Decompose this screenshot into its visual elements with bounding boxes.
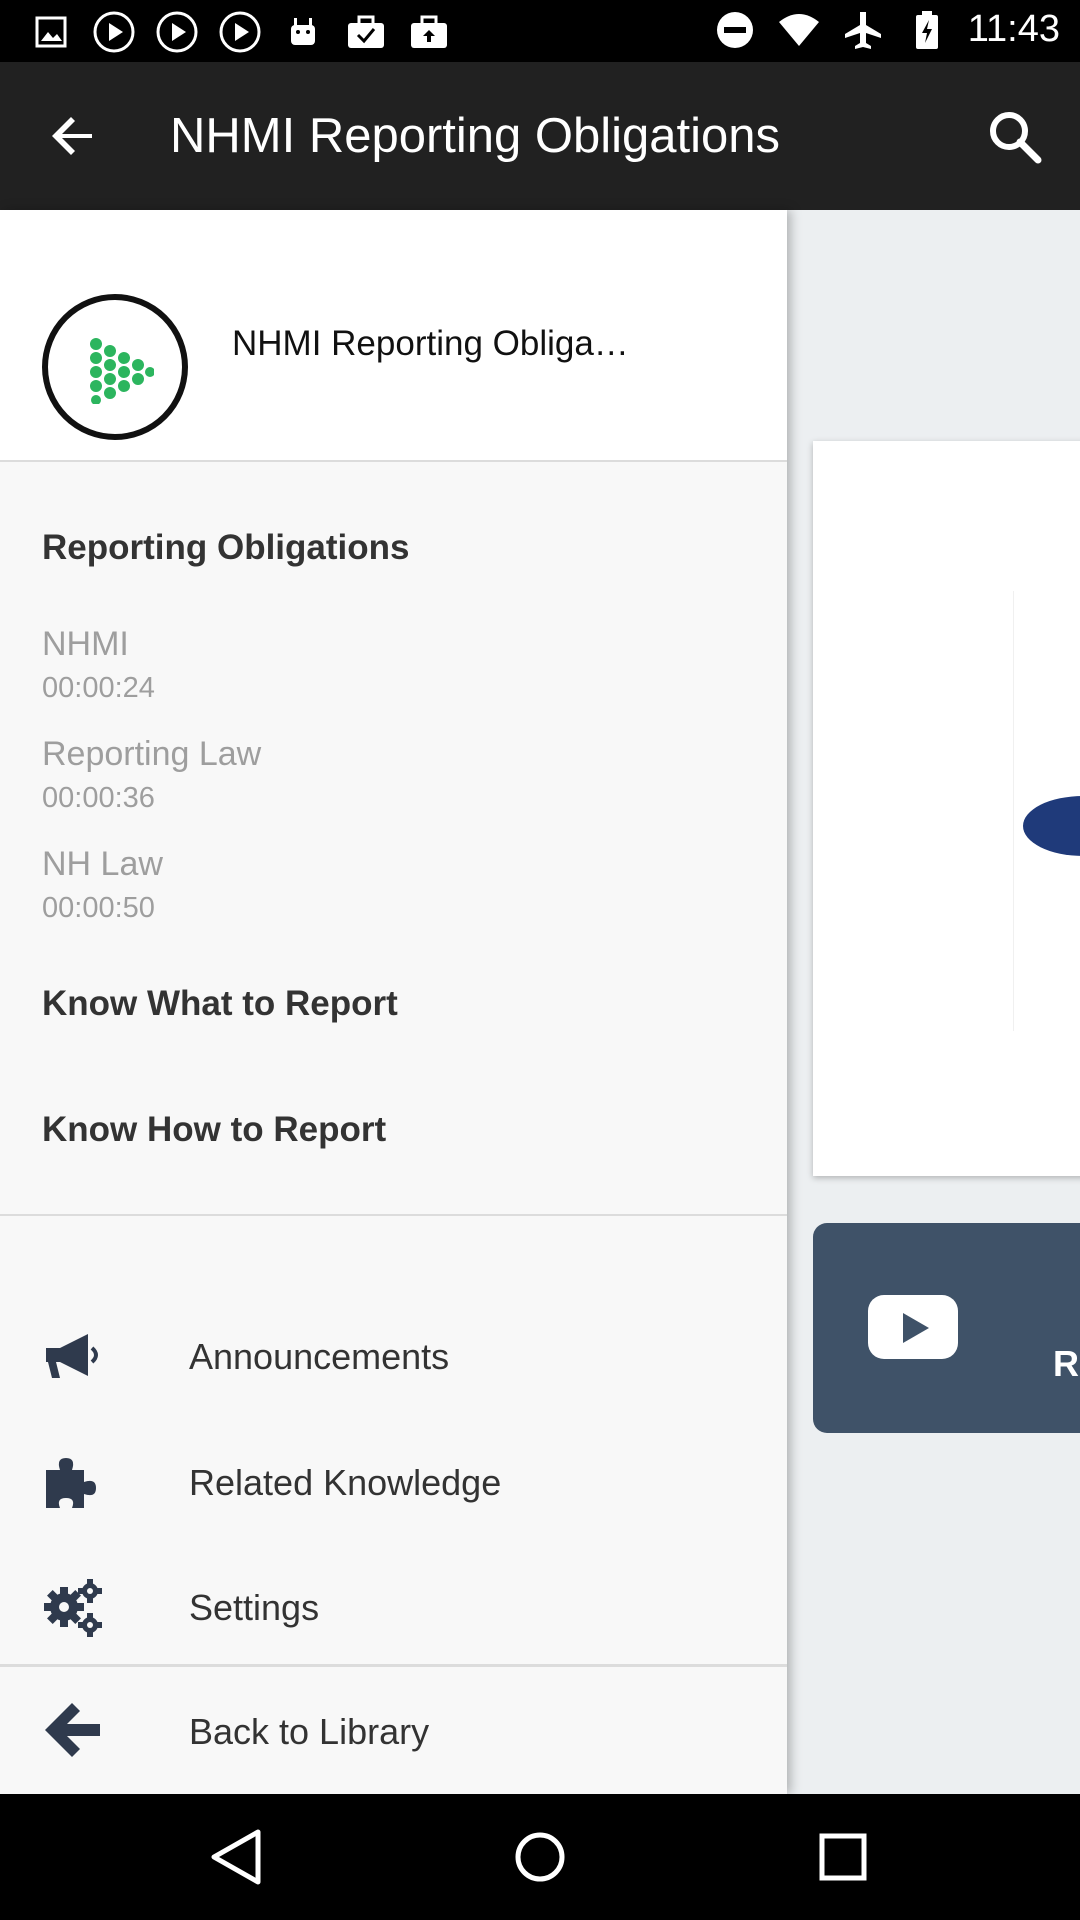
- section-know-how-to-report[interactable]: Know How to Report: [42, 1110, 386, 1150]
- gears-icon: [42, 1577, 104, 1639]
- play-circle-icon: [154, 11, 200, 53]
- puzzle-icon: [42, 1452, 104, 1514]
- megaphone-icon: [42, 1326, 104, 1388]
- menu-item-label: Settings: [189, 1587, 320, 1628]
- image-icon: [28, 12, 74, 52]
- back-to-library-label: Back to Library: [189, 1711, 430, 1752]
- menu-item-label: Announcements: [189, 1336, 450, 1377]
- dots-logo-icon: [90, 338, 154, 404]
- section-reporting-obligations[interactable]: Reporting Obligations: [42, 528, 409, 568]
- drawer-course-title: NHMI Reporting Obliga…: [232, 324, 629, 363]
- divider: [1013, 591, 1014, 1031]
- page-title: NHMI Reporting Obligations: [170, 109, 781, 163]
- chapter-item[interactable]: NH Law 00:00:50: [42, 845, 163, 925]
- briefcase-check-icon: [343, 12, 389, 52]
- video-thumbnail-graphic: [1023, 796, 1080, 856]
- chapter-name: NH Law: [42, 845, 163, 883]
- chapter-item[interactable]: Reporting Law 00:00:36: [42, 735, 261, 815]
- chapter-item[interactable]: NHMI 00:00:24: [42, 625, 155, 705]
- do-not-disturb-icon: [712, 10, 758, 50]
- chapter-name: Reporting Law: [42, 735, 262, 773]
- play-circle-icon: [91, 11, 137, 53]
- youtube-play-icon[interactable]: [868, 1295, 958, 1359]
- video-card[interactable]: [813, 441, 1080, 1176]
- chapter-time: 00:00:24: [42, 672, 155, 704]
- drawer-footer[interactable]: Back to Library: [0, 1664, 787, 1794]
- arrow-back-icon[interactable]: [42, 104, 106, 168]
- youtube-card[interactable]: R: [813, 1223, 1080, 1433]
- youtube-card-label: R: [1053, 1343, 1079, 1384]
- chapter-time: 00:00:36: [42, 782, 155, 814]
- chapter-name: NHMI: [42, 625, 129, 663]
- nav-back-icon[interactable]: [202, 1822, 272, 1892]
- android-icon: [280, 12, 326, 52]
- nav-recents-icon[interactable]: [808, 1822, 878, 1892]
- status-bar: 11:43: [0, 0, 1080, 62]
- airplane-icon: [840, 10, 886, 50]
- wifi-icon: [776, 10, 822, 50]
- system-nav-bar: [0, 1794, 1080, 1920]
- notification-icons: [28, 11, 452, 53]
- battery-charging-icon: [904, 10, 950, 50]
- menu-item-related-knowledge[interactable]: Related Knowledge: [0, 1428, 787, 1538]
- section-know-what-to-report[interactable]: Know What to Report: [42, 984, 398, 1024]
- system-icons: 11:43: [712, 8, 1060, 51]
- menu-item-label: Related Knowledge: [189, 1462, 502, 1503]
- search-icon[interactable]: [980, 102, 1050, 172]
- briefcase-upload-icon: [406, 12, 452, 52]
- clock: 11:43: [967, 8, 1060, 50]
- arrow-left-icon: [42, 1699, 104, 1761]
- divider: [0, 1214, 787, 1216]
- drawer-header: NHMI Reporting Obliga…: [0, 210, 787, 462]
- play-circle-icon: [217, 11, 263, 53]
- nav-home-icon[interactable]: [505, 1822, 575, 1892]
- navigation-drawer: NHMI Reporting Obliga… Reporting Obligat…: [0, 210, 787, 1794]
- chapter-time: 00:00:50: [42, 892, 155, 924]
- course-logo: [42, 294, 188, 440]
- app-bar: NHMI Reporting Obligations: [0, 62, 1080, 210]
- menu-item-announcements[interactable]: Announcements: [0, 1302, 787, 1412]
